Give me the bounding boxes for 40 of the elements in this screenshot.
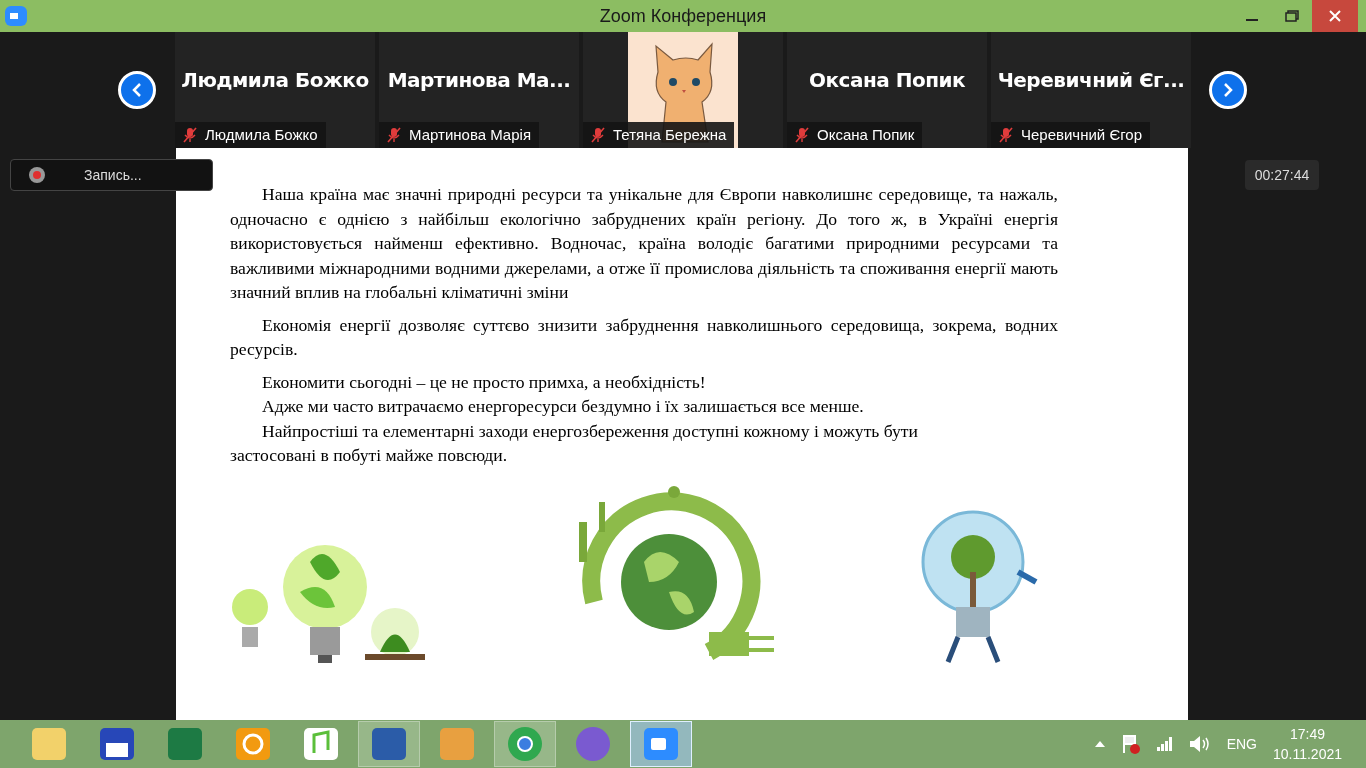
document-app-button[interactable] <box>358 721 420 767</box>
minimize-icon <box>1246 19 1258 21</box>
participant-tile[interactable]: Тетяна Бережна <box>583 32 783 148</box>
speaker-icon[interactable] <box>1188 735 1211 753</box>
show-hidden-icons-icon[interactable] <box>1094 741 1105 747</box>
participant-name: Черевичний Єг... <box>997 67 1185 94</box>
next-page-button[interactable] <box>1209 71 1247 109</box>
meeting-timer: 00:27:44 <box>1244 160 1320 190</box>
name-label: Черевичний Єгор <box>991 122 1150 148</box>
participant-tile[interactable]: Черевичний Єг... Черевичний Єгор <box>991 32 1191 148</box>
participant-tile[interactable]: Мартинова Ма... Мартинова Марія <box>379 32 579 148</box>
name-label: Мартинова Марія <box>379 122 539 148</box>
name-label: Оксана Попик <box>787 122 923 148</box>
paragraph: Наша країна має значні природні ресурси та унікальне для Європи навколишнє середовище, та нажаль, одночасно є однією з найбільш екологічно забруднених країн регіону. До того ж, в Україні енергія використовується найменш ефективно. Водночас, країна володіє багатими природними ресурсами та важливими міжнародними водними джерелами, а отже її промислова діяльність та споживання енергії мають значний вплив на глобальні кліматичні зміни <box>230 183 1058 304</box>
chevron-right-icon <box>1221 82 1235 98</box>
chevron-left-icon <box>130 82 144 98</box>
flag-error-icon[interactable] <box>1120 733 1141 755</box>
recording-button[interactable]: Запись... <box>10 159 213 191</box>
video-app-button[interactable] <box>630 721 692 767</box>
window-title: Zoom Конференция <box>599 4 767 28</box>
paragraph: Адже ми часто витрачаємо енергоресурси бездумно і їх залишається все менше. <box>261 395 865 418</box>
record-icon <box>28 166 46 184</box>
participant-name: Оксана Попик <box>808 67 966 94</box>
participant-name: Людмила Божко <box>181 67 369 94</box>
signal-icon[interactable] <box>1156 737 1173 751</box>
name-label: Людмила Божко <box>175 122 326 148</box>
restore-icon <box>1285 10 1299 22</box>
paragraph: Економити сьогодні – це не просто примха, а необхідність! <box>261 370 707 394</box>
participant-name: Мартинова Ма... <box>387 67 571 94</box>
browser-app-button[interactable] <box>494 721 556 767</box>
close-icon <box>1329 10 1341 22</box>
floppy-icon <box>98 725 136 763</box>
app-logo-icon <box>5 6 27 26</box>
previous-page-button[interactable] <box>118 71 156 109</box>
close-button[interactable] <box>1312 0 1358 32</box>
participant-tile[interactable]: Оксана Попик Оксана Попик <box>787 32 987 148</box>
paragraph: Економія енергії дозволяє суттєво знизити забруднення навколишнього середовища, зокрема, водних ресурсів. <box>230 313 1058 361</box>
name-label: Тетяна Бережна <box>583 122 735 148</box>
participant-tile[interactable]: Людмила Божко Людмила Божко <box>175 32 375 148</box>
paragraph: Найпростіші та елементарні заходи енергозбереження доступні кожному і можуть бути застосовані в побуті майже повсюди. <box>230 419 919 467</box>
